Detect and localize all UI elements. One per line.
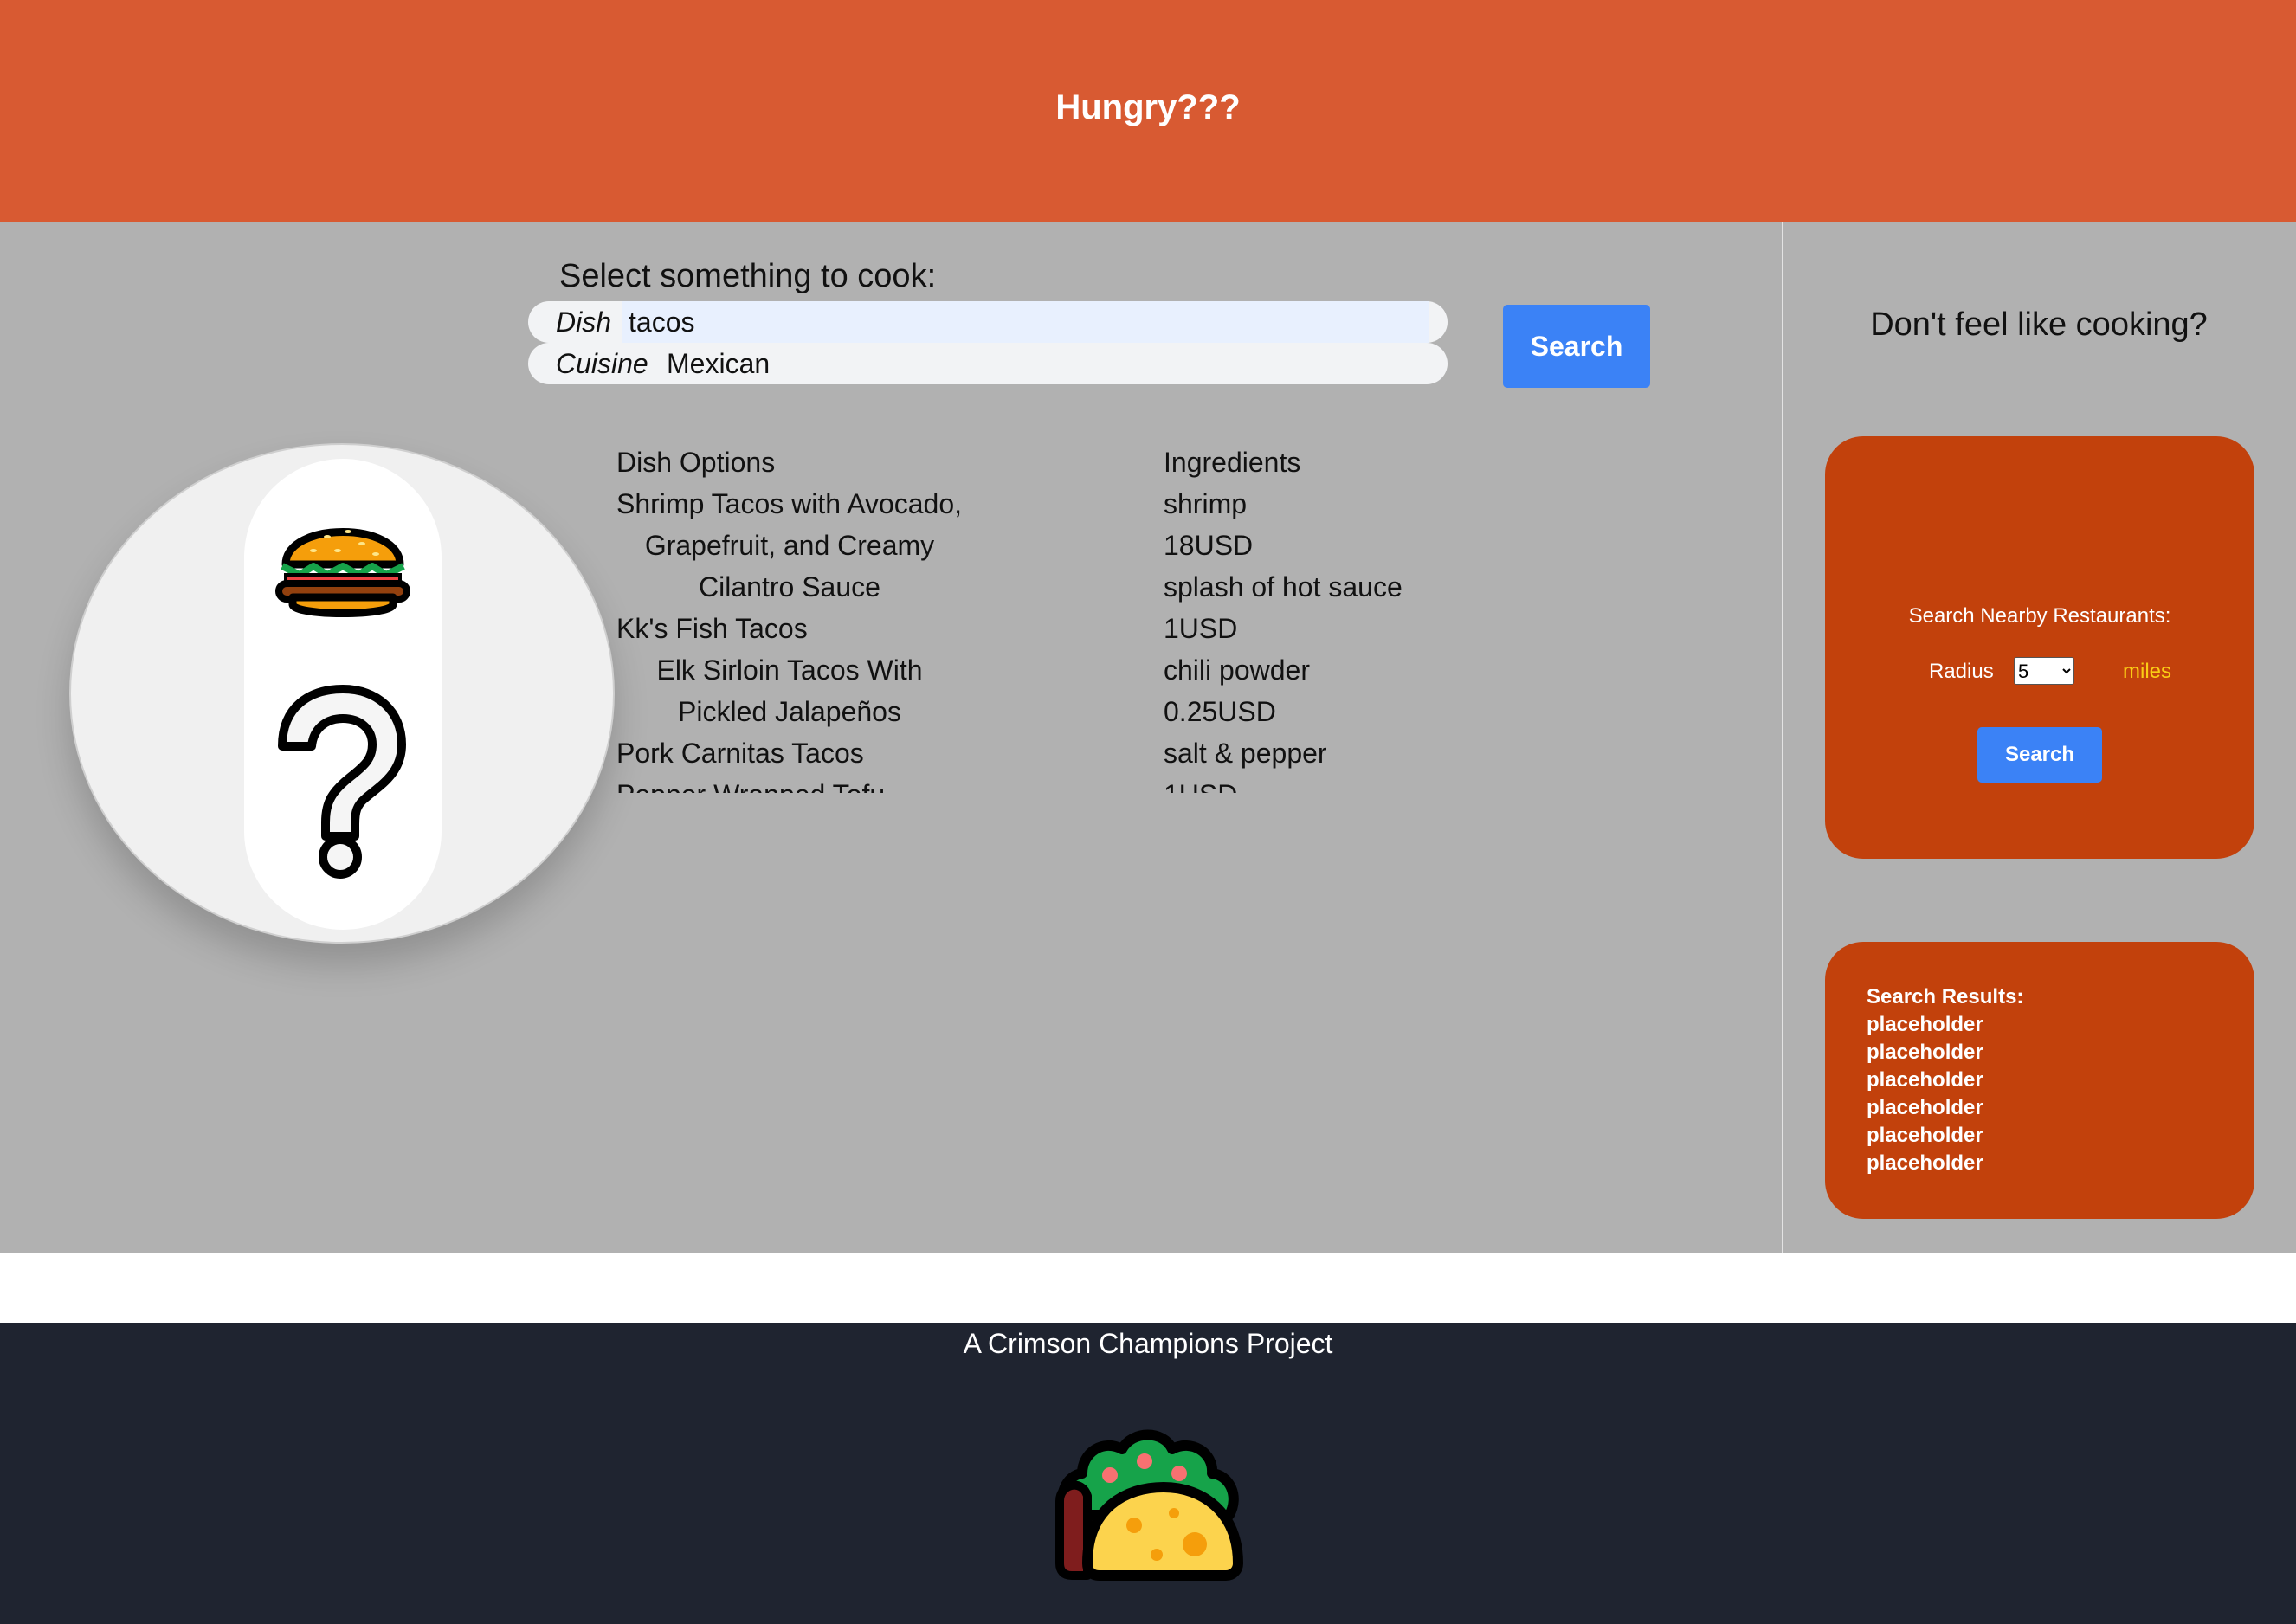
ingredients-column: Ingredients shrimp 18USD splash of hot s… <box>1164 441 1475 793</box>
search-result-item[interactable]: placeholder <box>1867 1039 2023 1067</box>
ingredient-line: 18USD <box>1164 530 1254 561</box>
hamburger-icon <box>275 528 410 617</box>
nearby-restaurants-card: Search Nearby Restaurants: Radius 5 mile… <box>1825 436 2254 859</box>
radius-select[interactable]: 5 <box>2014 657 2074 685</box>
footer-credit: A Crimson Champions Project <box>963 1328 1333 1359</box>
ingredient-line: 0.25USD <box>1164 696 1276 727</box>
search-result-item[interactable]: placeholder <box>1867 1150 2023 1177</box>
dish-label: Dish <box>556 306 612 338</box>
dish-option-line[interactable]: Shrimp Tacos with Avocado, <box>616 483 963 525</box>
cuisine-field[interactable]: Cuisine <box>528 343 1448 384</box>
cook-prompt: Select something to cook: <box>559 258 937 294</box>
dish-option-line[interactable]: Elk Sirloin Tacos With <box>616 649 963 691</box>
cook-search-button[interactable]: Search <box>1503 305 1650 388</box>
search-result-item[interactable]: placeholder <box>1867 1011 2023 1039</box>
dish-input[interactable] <box>629 306 1061 338</box>
taco-icon <box>1055 1429 1243 1581</box>
dish-option-line[interactable]: Grapefruit, and Creamy <box>616 525 963 566</box>
cuisine-input[interactable] <box>667 348 1100 380</box>
nearby-heading: Search Nearby Restaurants: <box>1908 604 2171 628</box>
site-title: Hungry??? <box>1055 88 1241 126</box>
cuisine-label: Cuisine <box>556 348 648 379</box>
search-result-item[interactable]: placeholder <box>1867 1122 2023 1150</box>
dish-option-line[interactable]: Pork Carnitas Tacos <box>616 732 963 774</box>
ingredient-line: 1USD <box>1164 774 1475 793</box>
ingredient-line: chili powder <box>1164 654 1310 686</box>
dish-option-line[interactable]: Cilantro Sauce <box>616 566 963 608</box>
ingredient-line: 1USD <box>1164 613 1238 644</box>
radius-unit: miles <box>2123 660 2172 683</box>
search-results-card: Search Results: placeholder placeholder … <box>1825 942 2254 1219</box>
radius-label: Radius <box>1929 660 1994 683</box>
recipe-results-table: Dish Options Shrimp Tacos with Avocado, … <box>616 441 1482 793</box>
ingredient-line: splash of hot sauce <box>1164 571 1403 603</box>
search-result-item[interactable]: placeholder <box>1867 1067 2023 1094</box>
site-header: Hungry??? <box>0 0 2296 222</box>
site-footer: A Crimson Champions Project <box>0 1323 2296 1624</box>
ingredients-header: Ingredients <box>1164 447 1301 478</box>
no-cook-prompt: Don't feel like cooking? <box>1870 306 2208 343</box>
question-mark-icon <box>278 685 406 879</box>
dish-field[interactable]: Dish <box>528 301 1448 343</box>
search-result-item[interactable]: placeholder <box>1867 1094 2023 1122</box>
dish-option-line[interactable]: Pepper Wrapped Tofu Tacos <box>616 774 963 793</box>
ingredient-line: salt & pepper <box>1164 738 1327 769</box>
restaurant-search-button[interactable]: Search <box>1977 727 2102 783</box>
dish-options-column: Dish Options Shrimp Tacos with Avocado, … <box>616 441 963 793</box>
dish-option-line[interactable]: Kk's Fish Tacos <box>616 608 963 649</box>
search-results-heading: Search Results: <box>1867 985 2024 1009</box>
ingredient-line: shrimp <box>1164 488 1248 519</box>
dish-options-header: Dish Options <box>616 447 776 478</box>
search-results-list: Search Results: placeholder placeholder … <box>1867 983 2023 1177</box>
dish-option-line[interactable]: Pickled Jalapeños <box>616 691 963 732</box>
